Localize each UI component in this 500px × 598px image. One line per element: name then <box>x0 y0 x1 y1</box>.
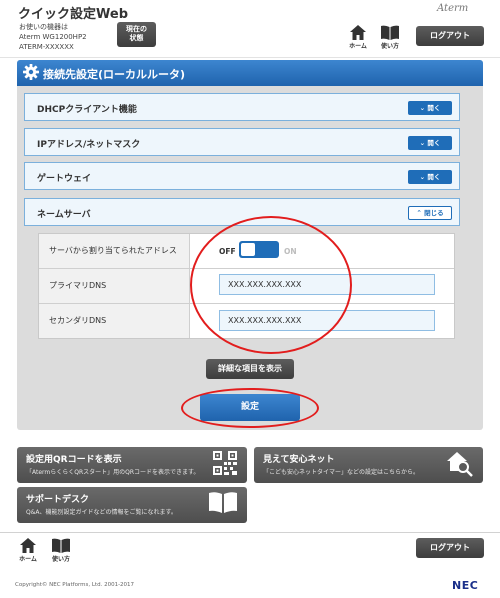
qr-code-tile[interactable]: 設定用QRコードを表示 「AtermらくらくQRスタート」用のQRコードを表示で… <box>17 447 247 483</box>
home-icon <box>350 25 366 40</box>
footer-home-button[interactable]: ホーム <box>15 538 41 563</box>
aterm-brand-logo: Aterm <box>437 3 469 14</box>
open-button[interactable]: ⌄ 開く <box>408 136 452 150</box>
book-icon <box>209 492 237 513</box>
device-serial: ATERM-XXXXXX <box>19 43 74 51</box>
section-name-server[interactable]: ネームサーバ ⌃ 閉じる <box>24 198 460 226</box>
secondary-dns-label: セカンダリDNS <box>39 304 190 338</box>
footer-divider <box>0 532 500 533</box>
primary-dns-label: プライマリDNS <box>39 269 190 303</box>
device-label: お使いの機器は <box>19 23 68 31</box>
footer-logout-button[interactable]: ログアウト <box>416 538 484 558</box>
toggle-off-label: OFF <box>219 247 236 256</box>
panel-header: 接続先設定(ローカルルータ) <box>17 60 483 86</box>
section-ip-address[interactable]: IPアドレス/ネットマスク ⌄ 開く <box>24 128 460 156</box>
gear-icon <box>23 64 39 80</box>
section-dhcp-client[interactable]: DHCPクライアント機能 ⌄ 開く <box>24 93 460 121</box>
qr-code-icon <box>213 451 237 475</box>
header-divider <box>0 57 500 58</box>
logout-button[interactable]: ログアウト <box>416 26 484 46</box>
toggle-knob <box>241 243 255 256</box>
secondary-dns-input[interactable] <box>219 310 435 331</box>
nec-logo: NEC <box>452 579 479 592</box>
apply-settings-button[interactable]: 設定 <box>200 394 300 421</box>
support-desk-tile[interactable]: サポートデスク Q&A、機能別設定ガイドなどの情報をご覧になれます。 <box>17 487 247 523</box>
primary-dns-input[interactable] <box>219 274 435 295</box>
home-button[interactable]: ホーム <box>345 25 371 50</box>
chevron-down-icon: ⌄ <box>419 173 426 181</box>
book-icon <box>381 25 399 40</box>
safe-net-tile[interactable]: 見えて安心ネット 「こども安心ネットタイマー」などの設定はこちらから。 <box>254 447 483 483</box>
home-icon <box>20 538 36 553</box>
open-button[interactable]: ⌄ 開く <box>408 101 452 115</box>
chevron-down-icon: ⌄ <box>419 139 426 147</box>
device-info: お使いの機器は Aterm WG1200HP2 ATERM-XXXXXX <box>19 22 87 52</box>
howto-button[interactable]: 使い方 <box>377 25 403 50</box>
page-title: 接続先設定(ローカルルータ) <box>43 68 186 81</box>
book-icon <box>52 538 70 553</box>
device-model: Aterm WG1200HP2 <box>19 33 87 41</box>
app-title: クイック設定Web <box>18 7 128 22</box>
chevron-down-icon: ⌄ <box>419 104 426 112</box>
footer-howto-button[interactable]: 使い方 <box>48 538 74 563</box>
header: クイック設定Web お使いの機器は Aterm WG1200HP2 ATERM-… <box>0 0 500 58</box>
current-status-button[interactable]: 現在の 状態 <box>117 22 156 47</box>
house-search-icon <box>447 452 473 477</box>
toggle-on-label: ON <box>284 247 297 256</box>
show-details-button[interactable]: 詳細な項目を表示 <box>206 359 294 379</box>
auto-address-label: サーバから割り当てられたアドレス <box>39 234 190 268</box>
copyright-text: Copyright© NEC Platforms, Ltd. 2001-2017 <box>15 582 135 588</box>
section-gateway[interactable]: ゲートウェイ ⌄ 開く <box>24 162 460 190</box>
chevron-up-icon: ⌃ <box>416 209 422 217</box>
open-button[interactable]: ⌄ 開く <box>408 170 452 184</box>
auto-address-toggle[interactable] <box>239 241 279 258</box>
close-button[interactable]: ⌃ 閉じる <box>408 206 452 220</box>
